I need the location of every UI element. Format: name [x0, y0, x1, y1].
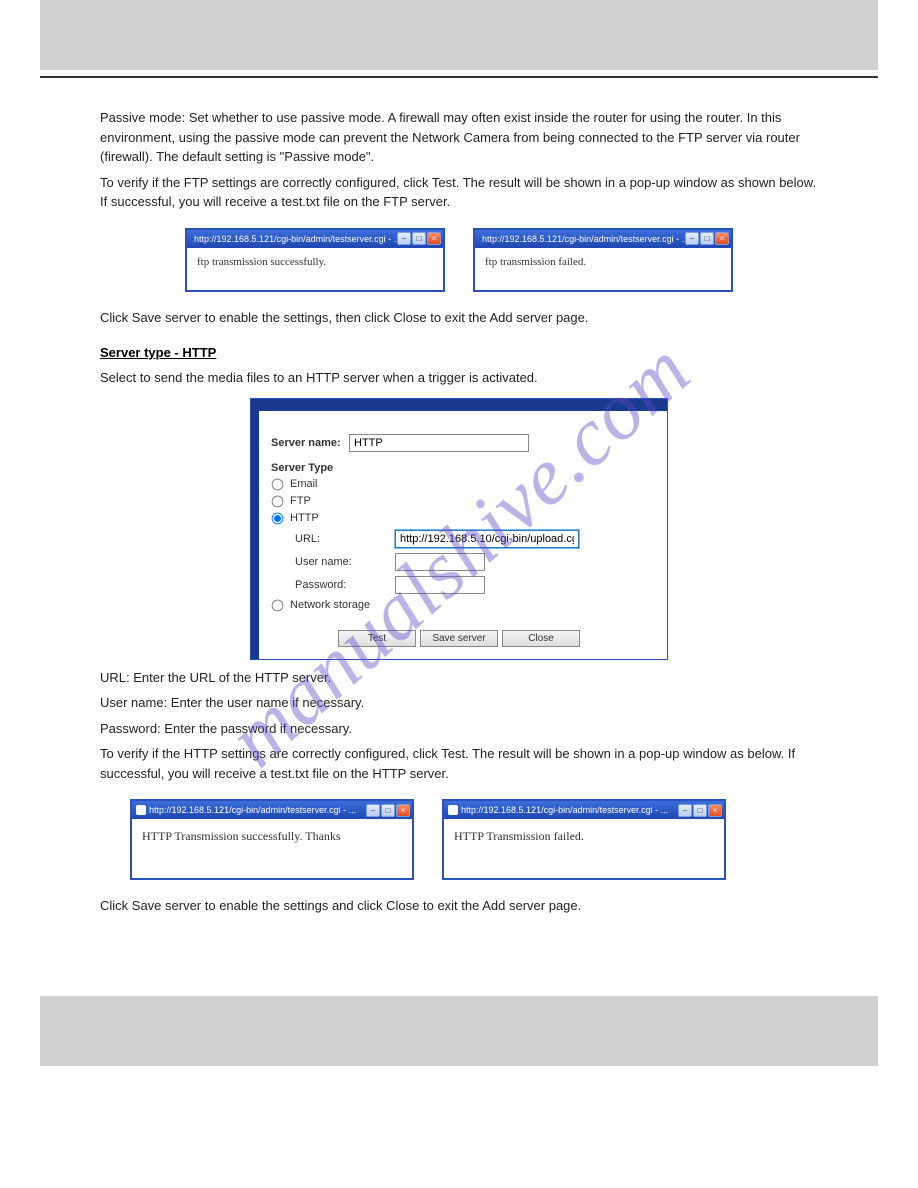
radio-ftp-label: FTP [290, 495, 311, 507]
popup-body: ftp transmission successfully. [187, 248, 443, 290]
header-rule [40, 76, 878, 78]
config-button-row: Test Save server Close [271, 630, 647, 647]
password-input[interactable] [395, 576, 485, 594]
maximize-icon[interactable]: □ [381, 804, 395, 817]
popup-title-text: http://192.168.5.121/cgi-bin/admin/tests… [461, 805, 668, 815]
config-left-strip [251, 411, 259, 659]
ftp-popup-row: http://192.168.5.121/cgi-bin/admin/tests… [40, 228, 878, 292]
paragraph-http-intro: Select to send the media files to an HTT… [100, 368, 818, 388]
radio-ftp[interactable] [272, 495, 284, 507]
password-label: Password: [295, 579, 395, 591]
password-row: Password: [271, 576, 647, 594]
close-button[interactable]: Close [502, 630, 580, 647]
paragraph-passive: Passive mode: Set whether to use passive… [100, 108, 818, 167]
url-input[interactable] [395, 530, 579, 548]
http-popup-row: http://192.168.5.121/cgi-bin/admin/tests… [70, 799, 878, 880]
radio-ftp-row: FTP [271, 495, 647, 508]
server-name-row: Server name: [271, 434, 647, 452]
popup-title: http://192.168.5.121/cgi-bin/admin/tests… [136, 805, 356, 815]
close-icon[interactable]: × [708, 804, 722, 817]
username-label: User name: [295, 556, 395, 568]
maximize-icon[interactable]: □ [693, 804, 707, 817]
paragraph-save1: Click Save server to enable the settings… [100, 308, 818, 328]
minimize-icon[interactable]: – [685, 232, 699, 245]
url-row: URL: [271, 530, 647, 548]
paragraph-url: URL: Enter the URL of the HTTP server. [100, 668, 818, 688]
radio-http-label: HTTP [290, 512, 319, 524]
maximize-icon[interactable]: □ [412, 232, 426, 245]
popup-controls: – □ × [366, 804, 410, 817]
paragraph-pass: Password: Enter the password if necessar… [100, 719, 818, 739]
popup-controls: – □ × [678, 804, 722, 817]
footer-band [40, 996, 878, 1066]
url-label: URL: [295, 533, 395, 545]
popup-title: http://192.168.5.121/cgi-bin/admin/tests… [479, 234, 685, 244]
save-server-button[interactable]: Save server [420, 630, 498, 647]
header-band [40, 0, 878, 70]
minimize-icon[interactable]: – [397, 232, 411, 245]
http-fail-popup: http://192.168.5.121/cgi-bin/admin/tests… [442, 799, 726, 880]
ftp-fail-popup: http://192.168.5.121/cgi-bin/admin/tests… [473, 228, 733, 292]
paragraph-user: User name: Enter the user name if necess… [100, 693, 818, 713]
popup-titlebar: http://192.168.5.121/cgi-bin/admin/tests… [444, 801, 724, 819]
popup-title-text: http://192.168.5.121/cgi-bin/admin/tests… [149, 805, 356, 815]
username-row: User name: [271, 553, 647, 571]
popup-body: HTTP Transmission successfully. Thanks [132, 819, 412, 878]
http-success-popup: http://192.168.5.121/cgi-bin/admin/tests… [130, 799, 414, 880]
config-body: Server name: Server Type Email FTP HTTP [251, 411, 667, 659]
config-window-wrap: Server name: Server Type Email FTP HTTP [40, 398, 878, 660]
popup-titlebar: http://192.168.5.121/cgi-bin/admin/tests… [187, 230, 443, 248]
config-window: Server name: Server Type Email FTP HTTP [250, 398, 668, 660]
close-icon[interactable]: × [715, 232, 729, 245]
radio-http[interactable] [272, 512, 284, 524]
ie-icon [136, 805, 146, 815]
close-icon[interactable]: × [396, 804, 410, 817]
popup-titlebar: http://192.168.5.121/cgi-bin/admin/tests… [132, 801, 412, 819]
popup-title-text: http://192.168.5.121/cgi-bin/admin/tests… [482, 234, 685, 244]
radio-ns-row: Network storage [271, 599, 647, 612]
radio-ns-label: Network storage [290, 599, 370, 611]
popup-controls: – □ × [397, 232, 441, 245]
popup-titlebar: http://192.168.5.121/cgi-bin/admin/tests… [475, 230, 731, 248]
paragraph-http-test: To verify if the HTTP settings are corre… [100, 744, 818, 783]
maximize-icon[interactable]: □ [700, 232, 714, 245]
username-input[interactable] [395, 553, 485, 571]
popup-controls: – □ × [685, 232, 729, 245]
popup-body: HTTP Transmission failed. [444, 819, 724, 878]
popup-title: http://192.168.5.121/cgi-bin/admin/tests… [191, 234, 397, 244]
minimize-icon[interactable]: – [366, 804, 380, 817]
server-name-input[interactable] [349, 434, 529, 452]
ftp-success-popup: http://192.168.5.121/cgi-bin/admin/tests… [185, 228, 445, 292]
popup-body: ftp transmission failed. [475, 248, 731, 290]
minimize-icon[interactable]: – [678, 804, 692, 817]
test-button[interactable]: Test [338, 630, 416, 647]
http-section-heading: Server type - HTTP [100, 345, 818, 360]
radio-http-row: HTTP [271, 512, 647, 525]
close-icon[interactable]: × [427, 232, 441, 245]
radio-email-label: Email [290, 478, 318, 490]
server-type-heading: Server Type [271, 462, 647, 474]
ie-icon [448, 805, 458, 815]
server-name-label: Server name: [271, 437, 349, 449]
popup-title-text: http://192.168.5.121/cgi-bin/admin/tests… [194, 234, 397, 244]
paragraph-save2: Click Save server to enable the settings… [100, 896, 818, 916]
config-titlebar [251, 399, 667, 411]
popup-title: http://192.168.5.121/cgi-bin/admin/tests… [448, 805, 668, 815]
paragraph-ftp-test: To verify if the FTP settings are correc… [100, 173, 818, 212]
radio-email-row: Email [271, 478, 647, 491]
radio-email[interactable] [272, 478, 284, 490]
radio-network-storage[interactable] [272, 599, 284, 611]
